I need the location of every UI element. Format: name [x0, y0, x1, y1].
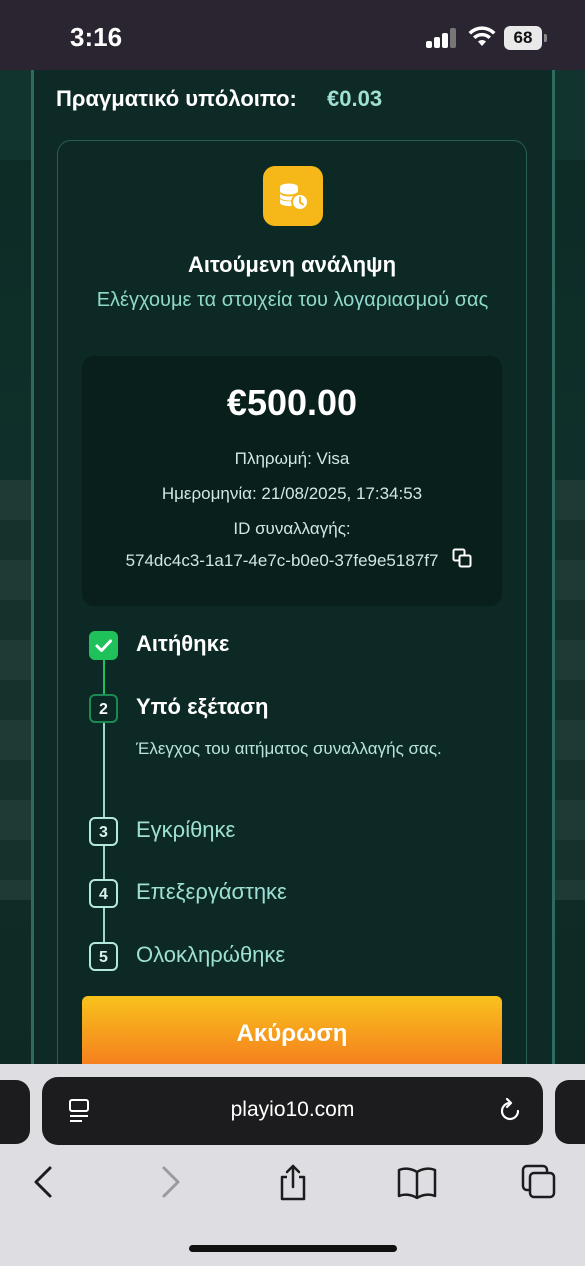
request-date: Ημερομηνία: 21/08/2025, 17:34:53 — [161, 484, 423, 503]
payment-method: Πληρωμή: Visa — [234, 449, 350, 468]
transaction-id-label: ID συναλλαγής: — [233, 519, 351, 538]
withdrawal-amount: €500.00 — [226, 382, 358, 423]
status-bar: 3:16 68 — [0, 0, 585, 70]
coins-clock-icon — [263, 166, 323, 226]
wifi-icon — [468, 26, 496, 46]
step-5-label: Ολοκληρώθηκε — [136, 942, 286, 967]
reload-icon[interactable] — [497, 1097, 523, 1125]
next-tab-preview[interactable] — [555, 1080, 585, 1144]
cancel-button[interactable]: Ακύρωση — [82, 996, 502, 1070]
copy-icon[interactable] — [452, 548, 472, 568]
home-indicator — [189, 1245, 397, 1252]
withdrawal-title: Αιτούμενη ανάληψη — [187, 252, 397, 277]
step-2-number: 2 — [89, 694, 118, 723]
tabs-icon[interactable] — [521, 1164, 557, 1200]
step-2-description: Έλεγχος του αιτήματος συναλλαγής σας. — [136, 739, 442, 758]
step-2-label: Υπό εξέταση — [136, 694, 269, 719]
real-balance-label: Πραγματικό υπόλοιπο: — [56, 86, 297, 111]
real-balance-value: €0.03 — [327, 86, 383, 111]
step-1-check-icon — [89, 631, 118, 660]
step-connector — [103, 660, 105, 694]
previous-tab-preview[interactable] — [0, 1080, 30, 1144]
background-panel-left — [0, 70, 32, 160]
step-connector — [103, 722, 105, 818]
transaction-id-value: 574dc4c3-1a17-4e7c-b0e0-37fe9e5187f7 — [125, 551, 439, 570]
step-4-number: 4 — [89, 879, 118, 908]
battery-indicator: 68 — [504, 26, 547, 50]
withdrawal-card — [57, 140, 527, 1080]
step-3-label: Εγκρίθηκε — [136, 817, 236, 842]
background-panel-right — [553, 70, 585, 160]
step-connector — [103, 908, 105, 942]
cellular-signal-icon — [426, 28, 458, 48]
url-text[interactable]: playio10.com — [42, 1098, 543, 1122]
step-1-label: Αιτήθηκε — [136, 631, 230, 656]
step-4-label: Επεξεργάστηκε — [136, 879, 287, 904]
step-3-number: 3 — [89, 817, 118, 846]
stone-pillar-left — [0, 480, 32, 900]
step-5-number: 5 — [89, 942, 118, 971]
bookmarks-icon[interactable] — [397, 1164, 437, 1200]
status-time: 3:16 — [70, 22, 123, 52]
forward-icon[interactable] — [156, 1164, 184, 1200]
share-icon[interactable] — [276, 1164, 310, 1202]
back-icon[interactable] — [30, 1164, 58, 1200]
stone-pillar-right — [553, 480, 585, 900]
withdrawal-subtitle: Ελέγχουμε τα στοιχεία του λογαριασμού σα… — [96, 289, 489, 311]
step-connector — [103, 846, 105, 880]
